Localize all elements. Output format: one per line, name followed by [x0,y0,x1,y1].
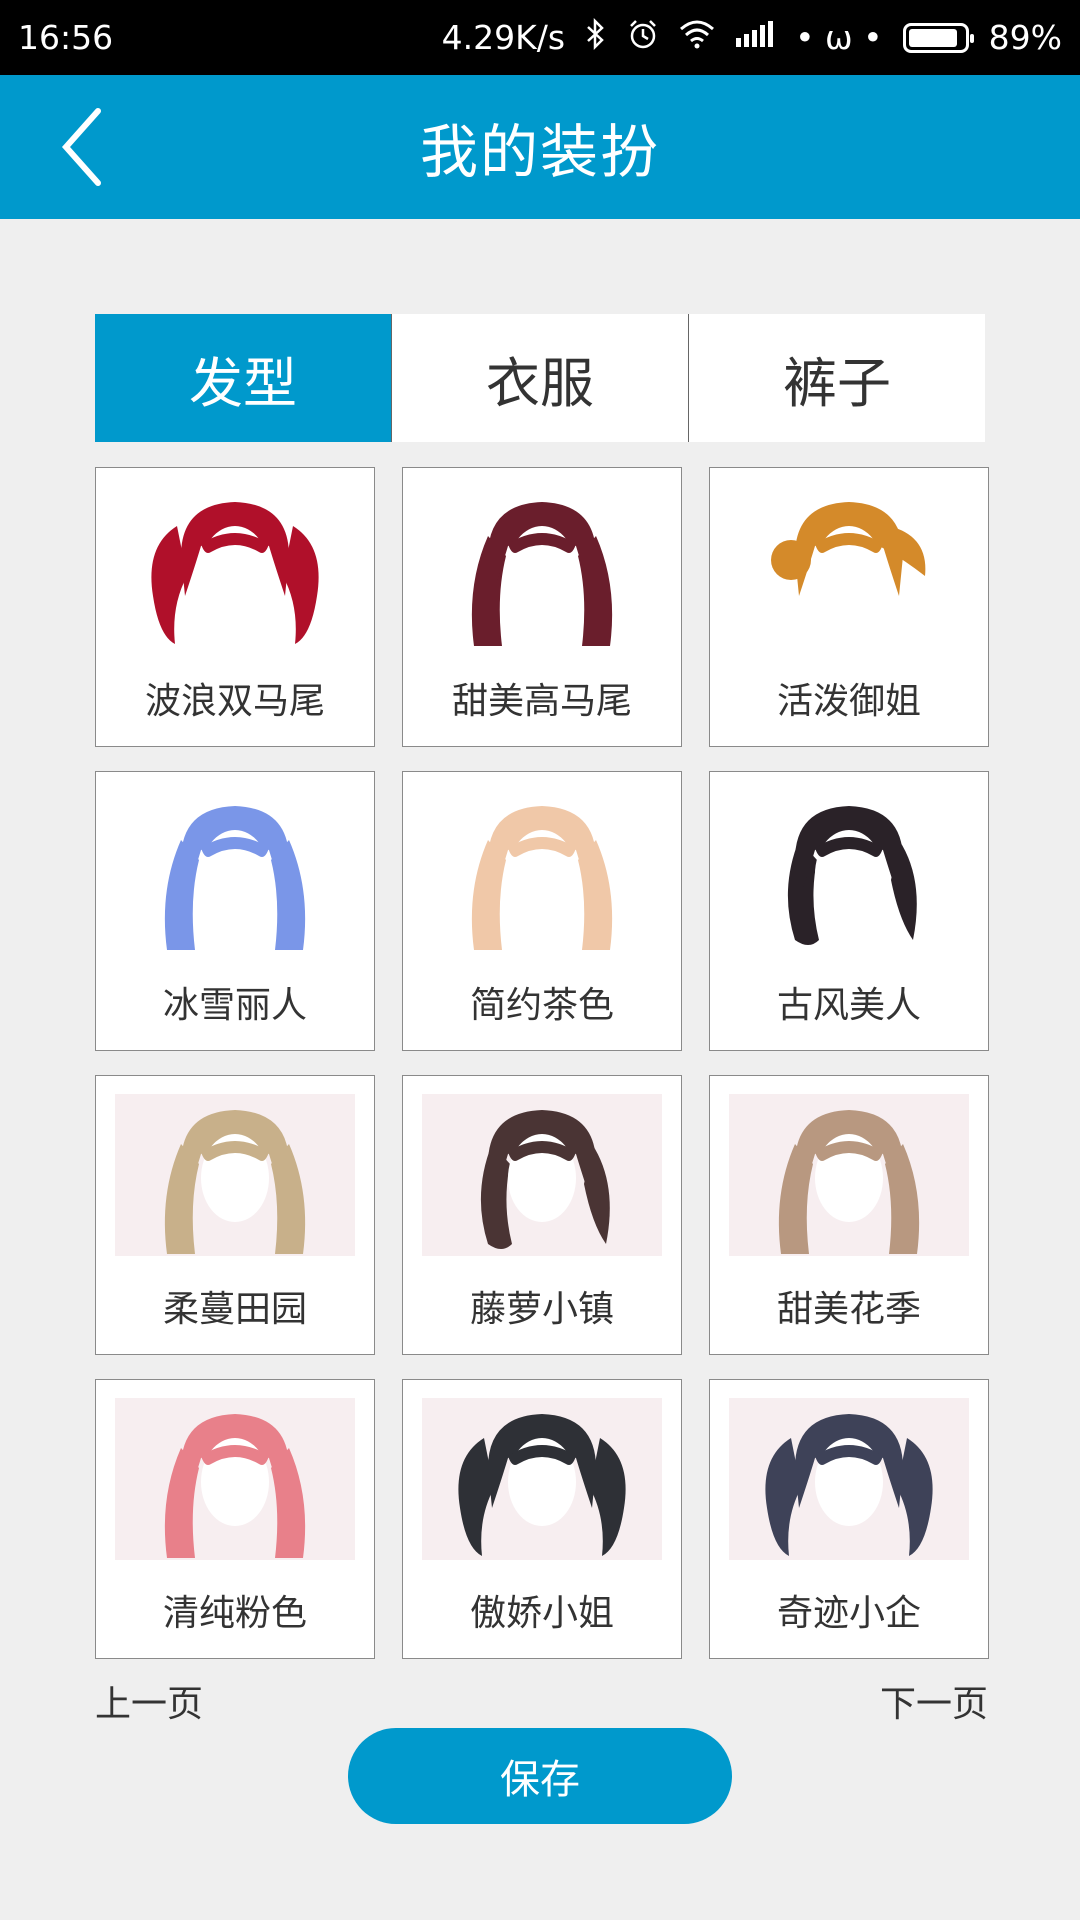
item-card[interactable]: 古风美人 [709,771,989,1051]
back-button[interactable] [40,105,124,189]
item-card[interactable]: 藤萝小镇 [402,1075,682,1355]
item-label: 甜美高马尾 [451,681,632,722]
alarm-icon [627,18,659,58]
item-card[interactable]: 甜美花季 [709,1075,989,1355]
item-card[interactable]: 甜美高马尾 [402,467,682,747]
wifi-icon [679,19,715,57]
save-button[interactable]: 保存 [348,1728,732,1824]
item-label: 柔蔓田园 [162,1289,307,1330]
item-card[interactable]: 波浪双马尾 [95,467,375,747]
item-label: 藤萝小镇 [469,1289,614,1330]
network-speed: 4.29K/s [441,18,566,57]
hair-thumbnail [115,486,355,648]
status-icons: 4.29K/s • ω • 89% [441,17,1062,58]
tab-pants[interactable]: 裤子 [689,314,985,442]
status-misc: • ω • [795,18,883,57]
item-card[interactable]: 冰雪丽人 [95,771,375,1051]
chevron-left-icon [61,108,101,186]
hair-thumbnail [422,1398,662,1560]
item-label: 古风美人 [776,985,921,1026]
item-label: 活泼御姐 [776,681,921,722]
item-label: 傲娇小姐 [469,1593,614,1634]
item-card[interactable]: 傲娇小姐 [402,1379,682,1659]
hair-thumbnail [115,1094,355,1256]
bluetooth-icon [585,17,607,58]
item-label: 冰雪丽人 [162,985,307,1026]
item-card[interactable]: 柔蔓田园 [95,1075,375,1355]
hair-thumbnail [729,790,969,952]
status-bar: 16:56 4.29K/s • ω • 89% [0,0,1080,75]
tab-hairstyle[interactable]: 发型 [95,314,392,442]
prev-page-link[interactable]: 上一页 [95,1675,203,1727]
item-label: 清纯粉色 [162,1593,307,1634]
hair-thumbnail [729,1094,969,1256]
battery-fill [908,28,957,47]
app-header: 我的装扮 [0,75,1080,219]
item-label: 简约茶色 [469,985,614,1026]
item-label: 奇迹小企 [776,1593,921,1634]
hair-thumbnail [115,790,355,952]
item-card[interactable]: 奇迹小企 [709,1379,989,1659]
item-label: 波浪双马尾 [144,681,325,722]
page-title: 我的装扮 [419,118,660,186]
item-card[interactable]: 清纯粉色 [95,1379,375,1659]
hair-thumbnail [115,1398,355,1560]
battery-percent: 89% [988,18,1062,57]
item-card[interactable]: 活泼御姐 [709,467,989,747]
signal-icon [735,20,775,56]
status-time: 16:56 [18,18,114,57]
tab-clothes[interactable]: 衣服 [392,314,689,442]
hair-thumbnail [729,486,969,648]
hair-thumbnail [422,486,662,648]
category-tabs: 发型 衣服 裤子 [95,314,985,442]
hair-thumbnail [422,790,662,952]
hair-thumbnail [422,1094,662,1256]
hair-thumbnail [729,1398,969,1560]
next-page-link[interactable]: 下一页 [880,1675,988,1727]
item-grid: 波浪双马尾 甜美高马尾 活泼御姐 冰雪丽人 简约茶色 古风美人 柔蔓田园 藤萝小… [95,467,989,1659]
item-label: 甜美花季 [776,1289,921,1330]
item-card[interactable]: 简约茶色 [402,771,682,1051]
battery-icon [902,22,974,53]
